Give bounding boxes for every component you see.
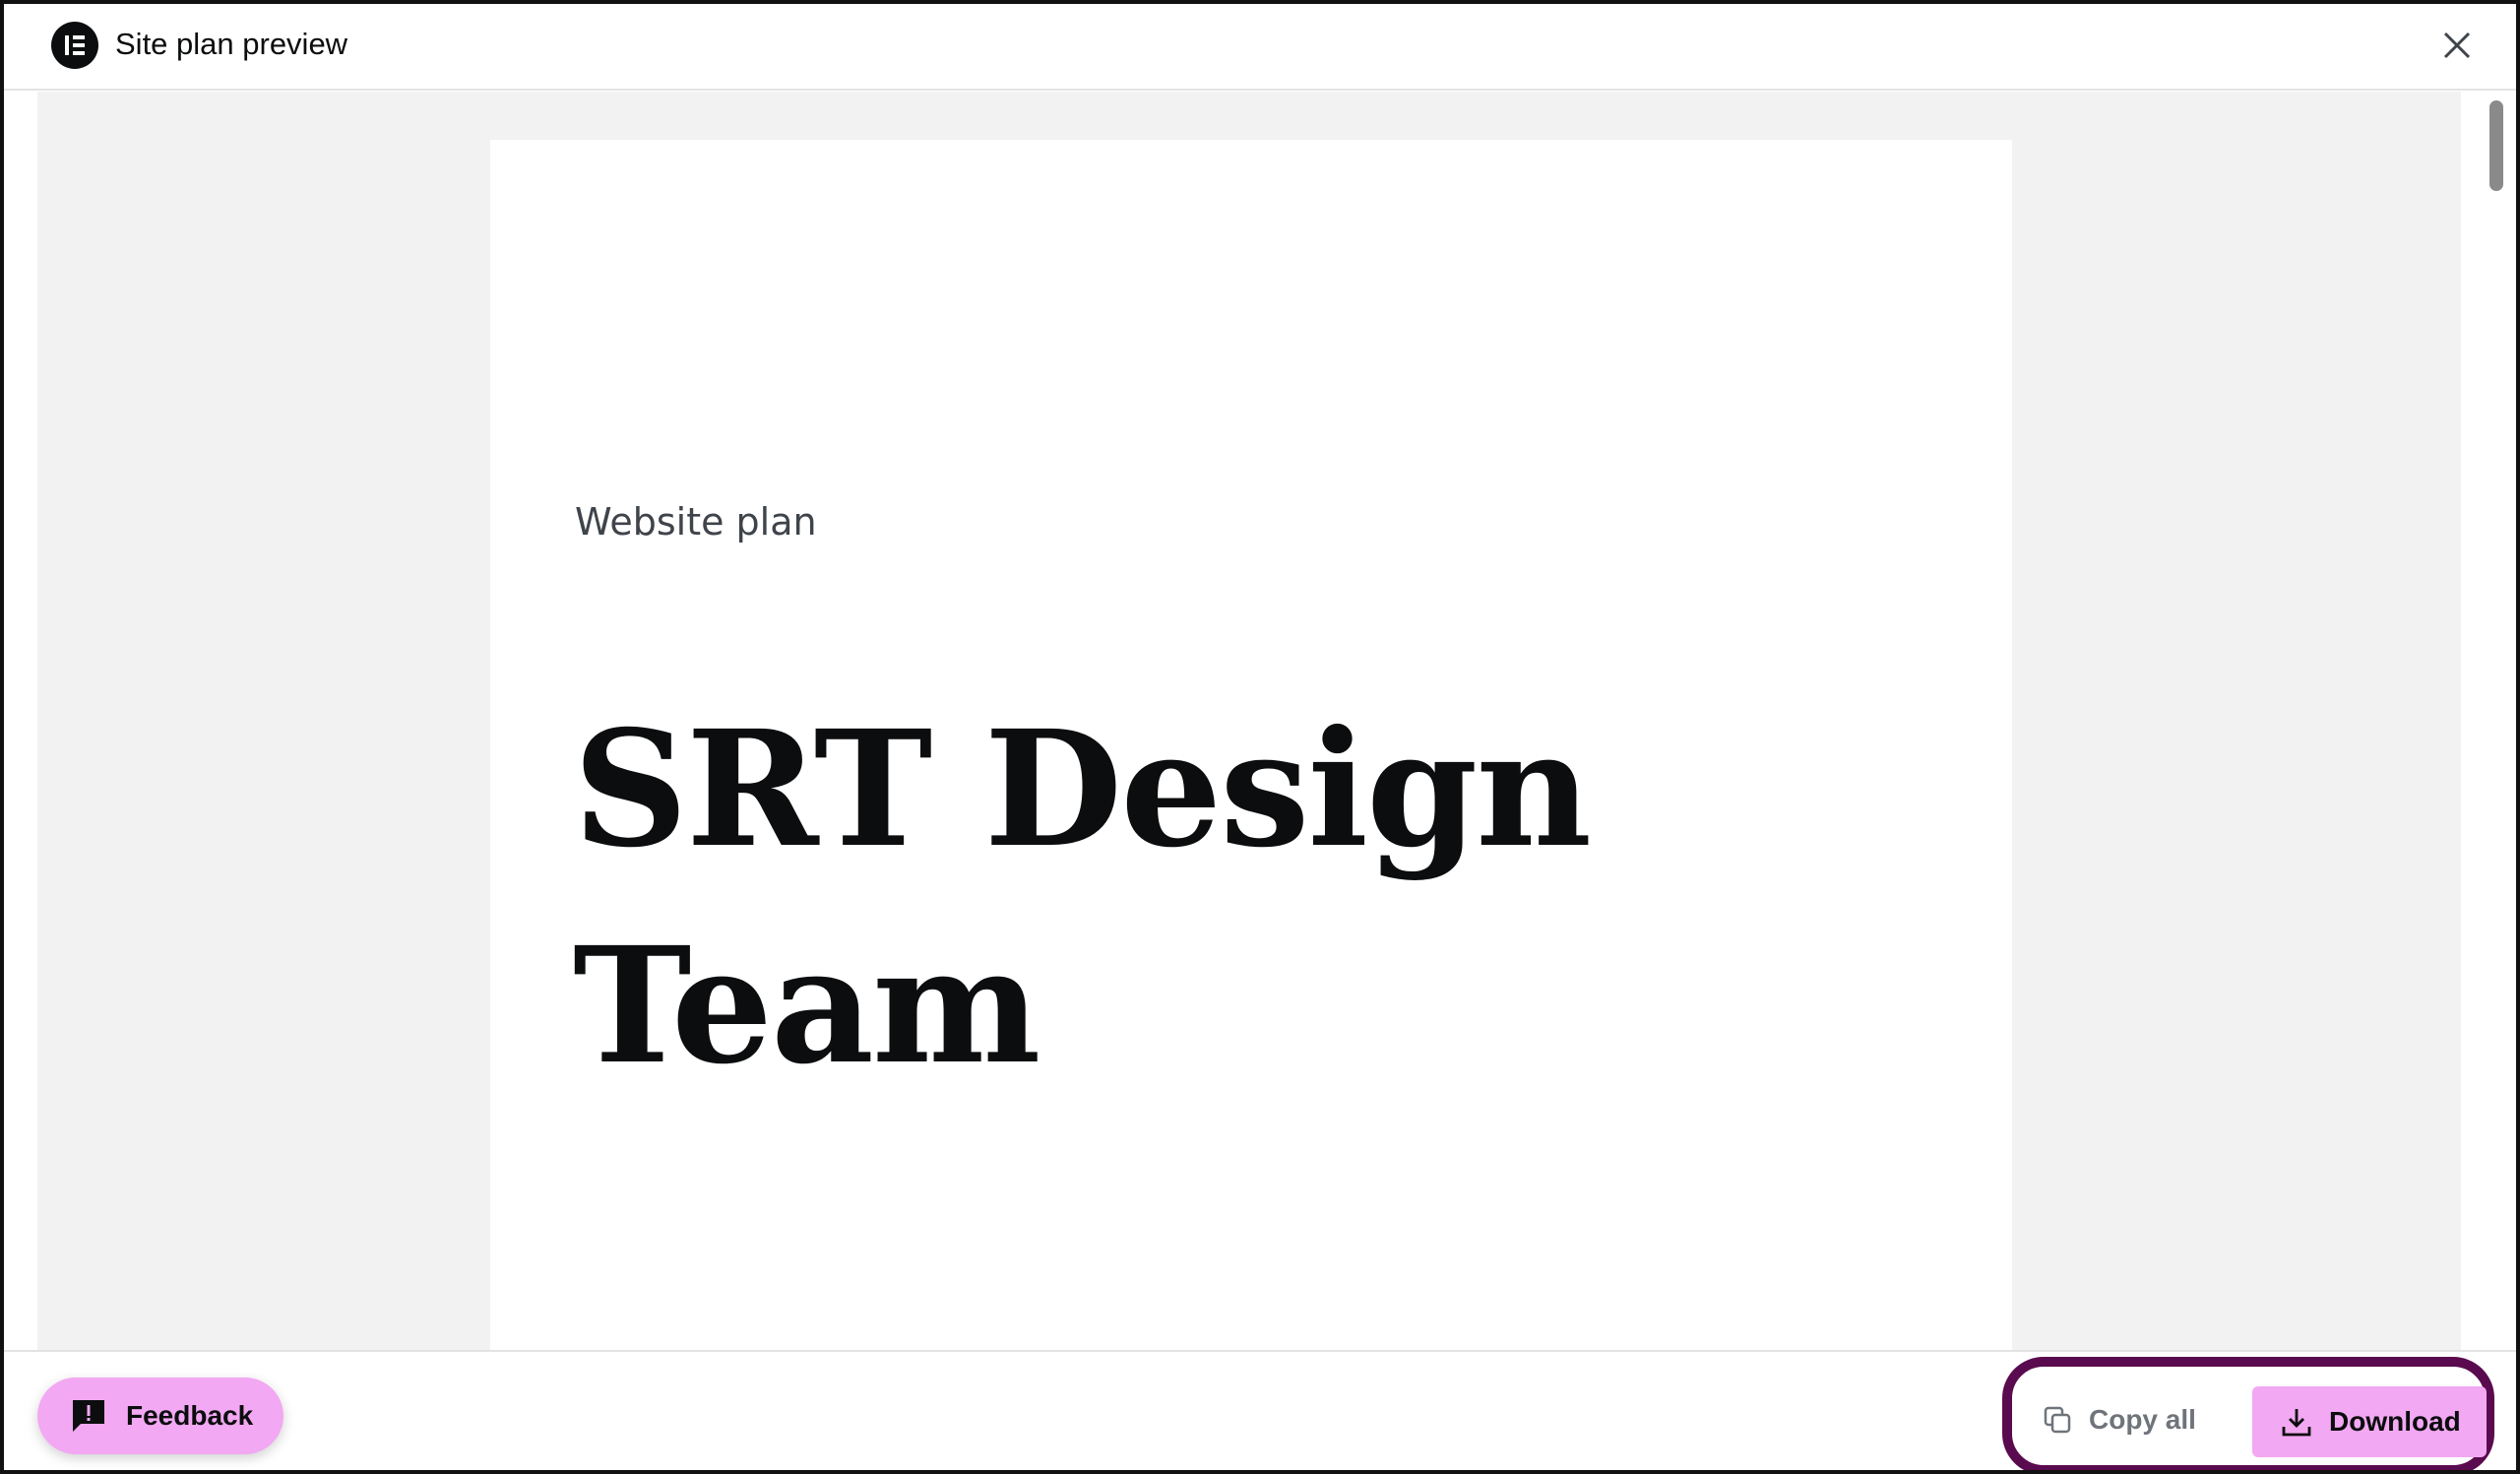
elementor-logo-icon: [51, 22, 98, 69]
feedback-icon: [73, 1400, 104, 1432]
dialog-footer: Feedback Copy all Download: [4, 1350, 2516, 1470]
download-icon: [2282, 1409, 2311, 1437]
document-title-line-1: SRT Design: [573, 696, 1592, 883]
preview-area[interactable]: Website plan SRT Design Team: [37, 92, 2461, 1350]
dialog-title: Site plan preview: [115, 27, 348, 61]
dialog-header: Site plan preview: [4, 4, 2516, 91]
scrollbar[interactable]: [2485, 93, 2508, 1349]
document-title-line-2: Team: [573, 913, 1040, 1100]
document-page: Website plan SRT Design Team: [490, 140, 2012, 1350]
copy-icon: [2044, 1406, 2071, 1434]
scrollbar-thumb[interactable]: [2489, 100, 2503, 191]
download-button[interactable]: Download: [2252, 1386, 2487, 1457]
copy-all-label: Copy all: [2089, 1404, 2196, 1435]
document-title: SRT Design Team: [573, 681, 1853, 1115]
site-plan-preview-dialog: Site plan preview Website plan SRT Desig…: [0, 0, 2520, 1474]
highlighted-action-group: Copy all Download: [2002, 1357, 2494, 1470]
copy-all-button[interactable]: Copy all: [2042, 1390, 2199, 1449]
close-icon: [2443, 32, 2471, 59]
download-label: Download: [2329, 1406, 2461, 1437]
feedback-button[interactable]: Feedback: [37, 1378, 284, 1454]
document-kicker: Website plan: [575, 500, 817, 544]
feedback-label: Feedback: [126, 1400, 254, 1431]
close-button[interactable]: [2437, 26, 2477, 65]
